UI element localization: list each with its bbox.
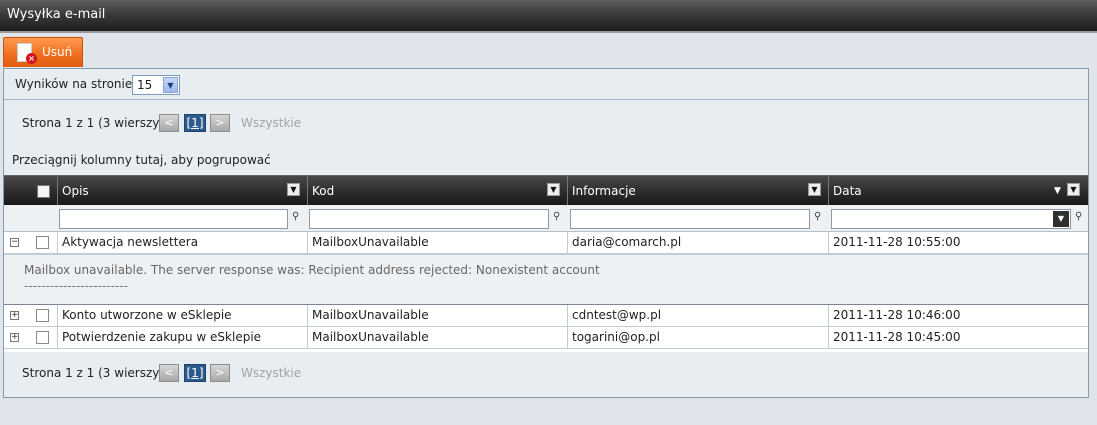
- cell-opis: Konto utworzone w eSklepie: [57, 305, 307, 327]
- filter-input-kod[interactable]: [309, 209, 549, 229]
- per-page-label: Wyników na stronie:: [15, 77, 137, 91]
- table-row[interactable]: + Konto utworzone w eSklepie MailboxUnav…: [4, 305, 1088, 327]
- pager-next-button[interactable]: >: [210, 114, 230, 132]
- filter-date-input[interactable]: ▼: [831, 209, 1071, 229]
- sort-descending-icon: ▼: [1054, 186, 1061, 196]
- expand-icon[interactable]: +: [10, 333, 19, 342]
- delete-icon: ×: [26, 53, 37, 64]
- cell-data: 2011-11-28 10:46:00: [828, 305, 1088, 327]
- filter-icon[interactable]: ⚲: [553, 211, 560, 222]
- detail-separator: ------------------------: [24, 279, 128, 293]
- cell-data: 2011-11-28 10:45:00: [828, 327, 1088, 349]
- pager-prev-button[interactable]: <: [159, 364, 179, 382]
- pager-next-button[interactable]: >: [210, 364, 230, 382]
- filter-row: ⚲ ⚲ ⚲ ▼ ⚲: [4, 205, 1088, 232]
- per-page-select[interactable]: 15 ▼: [132, 75, 180, 95]
- column-header-informacje[interactable]: Informacje ▼: [567, 176, 828, 206]
- email-grid: Opis ▼ Kod ▼ Informacje ▼ Data ▼ ▼ ⚲ ⚲ ⚲…: [4, 175, 1088, 352]
- pager-status: Strona 1 z 1 (3 wierszy): [22, 116, 165, 130]
- table-row[interactable]: − Aktywacja newslettera MailboxUnavailab…: [4, 232, 1088, 254]
- cell-kod: MailboxUnavailable: [307, 305, 567, 327]
- column-header-label: Data: [833, 184, 862, 198]
- column-header-label: Kod: [312, 184, 335, 198]
- cell-data: 2011-11-28 10:55:00: [828, 232, 1088, 254]
- filter-input-opis[interactable]: [59, 209, 288, 229]
- column-menu-icon[interactable]: ▼: [287, 183, 300, 196]
- per-page-bar: Wyników na stronie: 15 ▼: [4, 69, 1088, 100]
- filter-icon[interactable]: ⚲: [1075, 211, 1082, 222]
- detail-message: Mailbox unavailable. The server response…: [24, 263, 600, 277]
- table-row[interactable]: + Potwierdzenie zakupu w eSklepie Mailbo…: [4, 327, 1088, 349]
- column-header-label: Informacje: [572, 184, 636, 198]
- chevron-down-icon: ▼: [163, 77, 178, 93]
- chevron-down-icon[interactable]: ▼: [1053, 211, 1069, 227]
- column-menu-icon[interactable]: ▼: [547, 183, 560, 196]
- window-title-bar: Wysyłka e-mail: [0, 0, 1097, 33]
- cell-informacje: togarini@op.pl: [567, 327, 828, 349]
- cell-opis: Aktywacja newslettera: [57, 232, 307, 254]
- filter-icon[interactable]: ⚲: [814, 211, 821, 222]
- pager-all-link[interactable]: Wszystkie: [241, 363, 301, 383]
- column-header-label: Opis: [62, 184, 89, 198]
- row-checkbox[interactable]: [36, 236, 49, 249]
- delete-button[interactable]: × Usuń: [3, 37, 83, 67]
- toolbar: × Usuń: [0, 36, 1097, 67]
- grid-header: Opis ▼ Kod ▼ Informacje ▼ Data ▼ ▼: [4, 175, 1088, 206]
- column-menu-icon[interactable]: ▼: [1067, 183, 1080, 196]
- cell-opis: Potwierdzenie zakupu w eSklepie: [57, 327, 307, 349]
- filter-input-informacje[interactable]: [570, 209, 810, 229]
- pager-prev-button[interactable]: <: [159, 114, 179, 132]
- column-header-kod[interactable]: Kod ▼: [307, 176, 567, 206]
- row-checkbox[interactable]: [36, 309, 49, 322]
- row-checkbox[interactable]: [36, 331, 49, 344]
- expand-icon[interactable]: +: [10, 311, 19, 320]
- cell-kod: MailboxUnavailable: [307, 232, 567, 254]
- row-detail: Mailbox unavailable. The server response…: [4, 254, 1088, 305]
- pager-page-1[interactable]: [1]: [184, 114, 206, 132]
- cell-kod: MailboxUnavailable: [307, 327, 567, 349]
- pager-all-link[interactable]: Wszystkie: [241, 113, 301, 133]
- filter-icon[interactable]: ⚲: [292, 211, 299, 222]
- pager-page-1[interactable]: [1]: [184, 364, 206, 382]
- cell-informacje: daria@comarch.pl: [567, 232, 828, 254]
- select-all-checkbox[interactable]: [37, 185, 50, 198]
- group-panel-hint[interactable]: Przeciągnij kolumny tutaj, aby pogrupowa…: [12, 153, 271, 167]
- column-header-data[interactable]: Data ▼ ▼: [828, 176, 1088, 206]
- column-header-opis[interactable]: Opis ▼: [57, 176, 307, 206]
- grid-panel: Wyników na stronie: 15 ▼ Strona 1 z 1 (3…: [3, 68, 1089, 398]
- column-menu-icon[interactable]: ▼: [808, 183, 821, 196]
- collapse-icon[interactable]: −: [10, 238, 19, 247]
- window-title: Wysyłka e-mail: [7, 7, 106, 22]
- cell-informacje: cdntest@wp.pl: [567, 305, 828, 327]
- delete-button-label: Usuń: [42, 45, 73, 59]
- pager-status: Strona 1 z 1 (3 wierszy): [22, 366, 165, 380]
- per-page-value: 15: [137, 78, 153, 92]
